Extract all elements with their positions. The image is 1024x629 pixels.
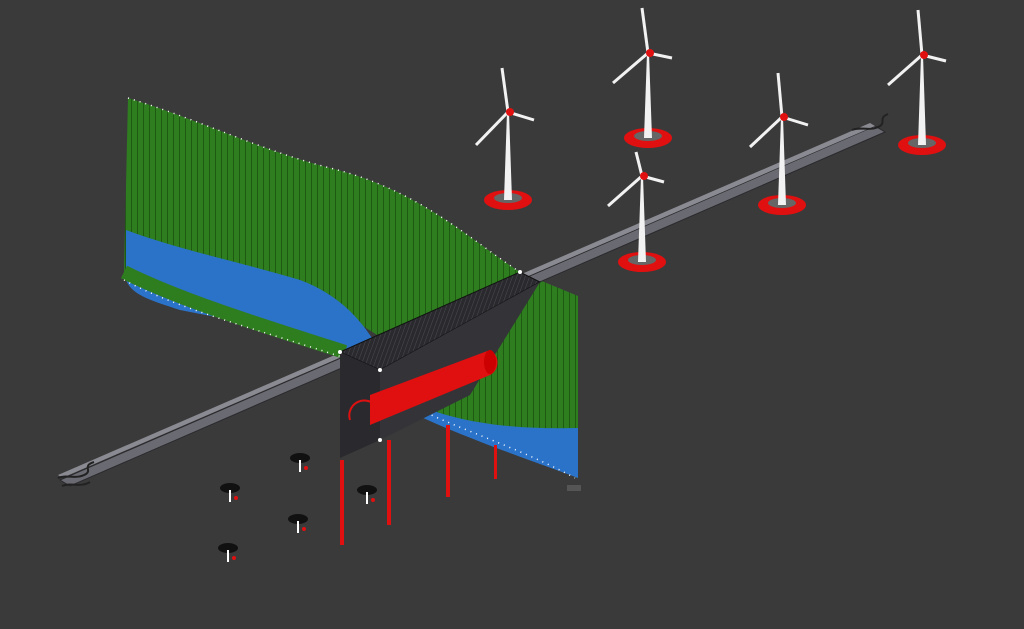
- turbine-5: [887, 9, 947, 155]
- scene-canvas[interactable]: [0, 0, 1024, 629]
- pylon-2: [387, 440, 391, 525]
- sensor-markers: [218, 453, 377, 562]
- 3d-viewport[interactable]: [0, 0, 1024, 629]
- pylon-3: [446, 425, 450, 497]
- sensor-5: [218, 543, 238, 562]
- sensor-1: [290, 453, 310, 472]
- sensor-2: [220, 483, 240, 502]
- pylon-base: [567, 485, 581, 491]
- turbine-3: [607, 151, 666, 272]
- sensor-3: [357, 485, 377, 504]
- turbine-1: [474, 67, 535, 210]
- pylon-4: [494, 445, 497, 479]
- sensor-4: [288, 514, 308, 533]
- turbine-4: [748, 72, 809, 215]
- wind-turbines: [474, 7, 947, 272]
- turbine-2: [612, 7, 673, 148]
- pylon-1: [340, 460, 344, 545]
